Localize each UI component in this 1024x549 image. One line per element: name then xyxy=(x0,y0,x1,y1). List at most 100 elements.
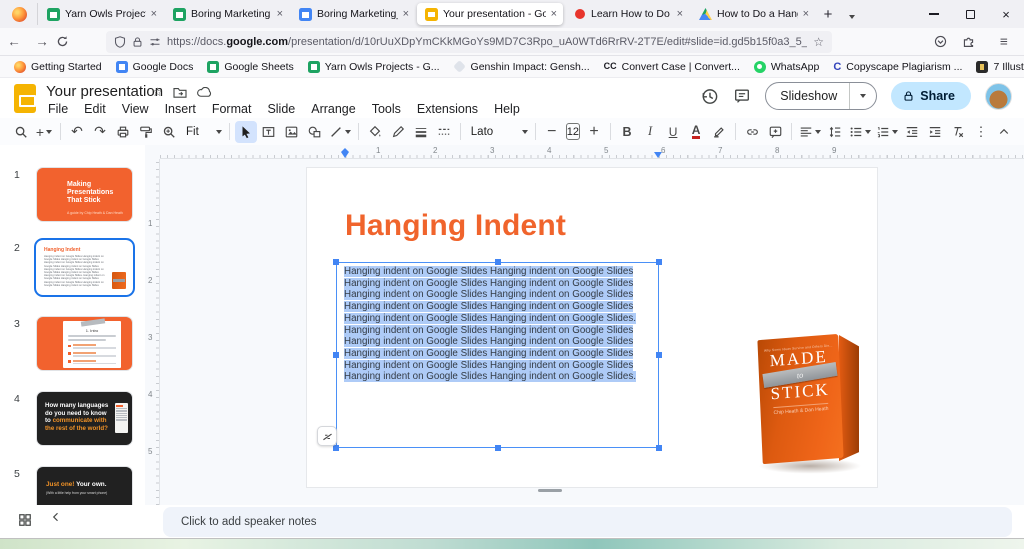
resize-handle-e[interactable] xyxy=(656,352,662,358)
collapse-filmstrip-button[interactable] xyxy=(50,511,62,523)
fill-color-button[interactable] xyxy=(364,121,386,143)
horizontal-ruler[interactable]: 1 2 3 4 5 6 7 8 9 xyxy=(160,145,1024,159)
pocket-button[interactable] xyxy=(934,35,962,48)
slide-body-text[interactable]: Hanging indent on Google Slides Hanging … xyxy=(344,266,650,383)
bookmark-google-docs[interactable]: Google Docs xyxy=(110,59,200,75)
bookmark-google-sheets[interactable]: Google Sheets xyxy=(201,59,299,75)
resize-handle-nw[interactable] xyxy=(333,259,339,265)
close-tab-icon[interactable]: × xyxy=(677,8,683,20)
menu-arrange[interactable]: Arrange xyxy=(304,101,362,117)
line-spacing-button[interactable] xyxy=(824,121,846,143)
slide-thumbnail-4[interactable]: How many languages do you need to know t… xyxy=(36,391,133,446)
shield-icon[interactable] xyxy=(114,36,126,48)
clear-formatting-button[interactable] xyxy=(947,121,969,143)
star-document-icon[interactable]: ☆ xyxy=(152,85,163,99)
redo-button[interactable]: ↷ xyxy=(89,121,111,143)
resize-handle-ne[interactable] xyxy=(656,259,662,265)
bookmark-yarn-owls[interactable]: Yarn Owls Projects - G... xyxy=(302,59,446,75)
slide-editing-surface[interactable]: Hanging Indent Hanging indent on Google … xyxy=(307,168,877,487)
move-to-folder-icon[interactable] xyxy=(173,86,187,98)
resize-handle-n[interactable] xyxy=(495,259,501,265)
firefox-view-button[interactable] xyxy=(8,3,38,25)
border-dash-button[interactable] xyxy=(433,121,455,143)
add-comment-button[interactable] xyxy=(764,121,786,143)
increase-indent-button[interactable] xyxy=(924,121,946,143)
align-button[interactable] xyxy=(797,121,823,143)
document-title[interactable]: Your presentation xyxy=(46,83,163,100)
undo-button[interactable]: ↶ xyxy=(66,121,88,143)
close-tab-icon[interactable]: × xyxy=(151,8,157,20)
bookmark-convert-case[interactable]: CCConvert Case | Convert... xyxy=(598,59,746,75)
notes-resize-handle[interactable] xyxy=(538,489,562,492)
grid-view-button[interactable] xyxy=(18,513,32,527)
new-slide-button[interactable]: + xyxy=(33,121,55,143)
insert-image-button[interactable] xyxy=(281,121,303,143)
menu-insert[interactable]: Insert xyxy=(158,101,203,117)
slideshow-button[interactable]: Slideshow xyxy=(765,82,877,110)
close-tab-icon[interactable]: × xyxy=(403,8,409,20)
numbered-list-button[interactable] xyxy=(874,121,900,143)
forward-button[interactable]: → xyxy=(28,34,56,49)
slideshow-dropdown[interactable] xyxy=(850,83,876,109)
bookmark-star-icon[interactable]: ☆ xyxy=(813,35,824,49)
font-size-increase-button[interactable]: + xyxy=(583,121,605,143)
border-weight-button[interactable] xyxy=(410,121,432,143)
permissions-icon[interactable] xyxy=(149,36,161,48)
bookmark-genshin[interactable]: Genshin Impact: Gensh... xyxy=(448,59,596,75)
account-avatar[interactable] xyxy=(985,83,1012,110)
tab-boring-marketing-doc[interactable]: Boring Marketing_How To D × xyxy=(291,3,415,25)
close-tab-icon[interactable]: × xyxy=(803,8,809,20)
reload-button[interactable] xyxy=(56,35,84,48)
print-button[interactable] xyxy=(112,121,134,143)
url-text[interactable]: https://docs.google.com/presentation/d/1… xyxy=(167,36,807,48)
decrease-indent-button[interactable] xyxy=(901,121,923,143)
close-tab-icon[interactable]: × xyxy=(277,8,283,20)
back-button[interactable]: ← xyxy=(0,34,28,49)
zoom-button[interactable] xyxy=(158,121,180,143)
drag-reposition-button[interactable] xyxy=(317,426,337,446)
slide-thumbnail-5[interactable]: Just one! Your own. (With a little help … xyxy=(36,466,133,505)
text-color-button[interactable]: A xyxy=(685,121,707,143)
more-options-button[interactable]: ⋮ xyxy=(970,121,992,143)
bulleted-list-button[interactable] xyxy=(847,121,873,143)
close-window-button[interactable]: × xyxy=(988,0,1024,28)
textbox-tool-button[interactable] xyxy=(258,121,280,143)
app-menu-button[interactable]: ≡ xyxy=(990,34,1018,49)
new-tab-button[interactable]: + xyxy=(816,6,840,23)
menu-extensions[interactable]: Extensions xyxy=(410,101,485,117)
tab-learn-hanging-indent[interactable]: Learn How to Do Hanging I × xyxy=(565,3,689,25)
indent-marker-left[interactable] xyxy=(341,152,349,158)
font-family-select[interactable]: Lato xyxy=(466,121,530,143)
slide-thumbnail-2-selected[interactable]: Hanging Indent Hanging indent on Google … xyxy=(34,238,135,297)
close-tab-icon[interactable]: × xyxy=(551,8,557,20)
resize-handle-sw[interactable] xyxy=(333,445,339,451)
menu-format[interactable]: Format xyxy=(205,101,259,117)
tab-boring-marketing-internal[interactable]: Boring Marketing Internal - × xyxy=(165,3,289,25)
maximize-button[interactable] xyxy=(952,0,988,28)
url-bar[interactable]: https://docs.google.com/presentation/d/1… xyxy=(106,31,832,53)
resize-handle-se[interactable] xyxy=(656,445,662,451)
bookmark-copyscape[interactable]: CCopyscape Plagiarism ... xyxy=(827,59,968,75)
slide-thumbnail-1[interactable]: Making Presentations That Stick A guide … xyxy=(36,167,133,222)
tab-your-presentation-active[interactable]: Your presentation - Google × xyxy=(417,3,563,25)
selected-text-box[interactable]: Hanging indent on Google Slides Hanging … xyxy=(336,262,659,448)
select-tool-button[interactable] xyxy=(235,121,257,143)
tab-yarn-owls[interactable]: Yarn Owls Projects - Google × xyxy=(39,3,163,25)
menu-tools[interactable]: Tools xyxy=(365,101,408,117)
slideshow-label[interactable]: Slideshow xyxy=(766,83,850,109)
insert-shape-button[interactable] xyxy=(304,121,326,143)
menu-slide[interactable]: Slide xyxy=(260,101,302,117)
version-history-icon[interactable] xyxy=(700,87,719,106)
insert-link-button[interactable] xyxy=(741,121,763,143)
bookmark-whatsapp[interactable]: WhatsApp xyxy=(748,59,825,75)
comments-icon[interactable] xyxy=(733,87,751,105)
made-to-stick-book-image[interactable]: Why Some Ideas Survive and Others Die...… xyxy=(755,332,870,474)
menu-edit[interactable]: Edit xyxy=(77,101,113,117)
font-size-decrease-button[interactable]: − xyxy=(541,121,563,143)
google-slides-logo[interactable] xyxy=(14,84,36,113)
extension-button[interactable] xyxy=(962,35,990,48)
menu-file[interactable]: File xyxy=(41,101,75,117)
hide-menus-button[interactable] xyxy=(993,121,1015,143)
italic-button[interactable]: I xyxy=(639,121,661,143)
zoom-select[interactable]: Fit xyxy=(181,121,224,143)
